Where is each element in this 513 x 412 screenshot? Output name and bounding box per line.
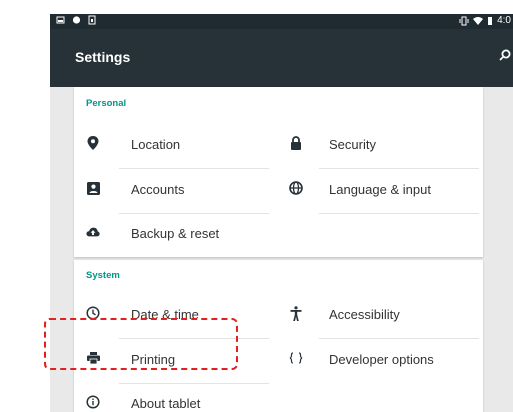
setting-item-backup-reset[interactable]: Backup & reset (76, 213, 266, 257)
setting-item-accounts[interactable]: Accounts (76, 169, 266, 213)
sim-icon (88, 15, 96, 25)
accessibility-icon (289, 305, 303, 321)
page-title: Settings (75, 49, 131, 65)
setting-item-language-input[interactable]: Language & input (279, 169, 479, 213)
info-icon (86, 395, 100, 409)
location-pin-icon (86, 136, 100, 150)
divider (319, 213, 479, 214)
setting-item-label: Language & input (329, 182, 431, 197)
setting-item-label: Security (329, 137, 376, 152)
setting-item-security[interactable]: Security (279, 124, 479, 168)
image-icon (56, 16, 65, 24)
setting-item-location[interactable]: Location (76, 124, 266, 168)
account-icon (86, 181, 100, 195)
system-section-header: System (86, 270, 120, 281)
status-bar: 4:0 (50, 14, 513, 29)
setting-item-label: Location (131, 137, 181, 152)
notification-dot-icon (72, 16, 81, 24)
highlight-annotation-box (44, 318, 238, 370)
setting-item-developer-options[interactable]: Developer options (279, 339, 479, 383)
status-time: 4:0 (497, 15, 511, 26)
app-bar: Settings (50, 29, 513, 87)
setting-item-about-tablet[interactable]: About tablet (76, 383, 266, 412)
setting-item-label: Accounts (131, 182, 185, 197)
globe-icon (289, 181, 303, 195)
setting-item-label: Developer options (329, 352, 434, 367)
setting-item-label: About tablet (131, 396, 201, 411)
setting-item-label: Accessibility (329, 307, 400, 322)
lock-icon (289, 136, 303, 150)
setting-item-accessibility[interactable]: Accessibility (279, 294, 479, 338)
personal-settings-card: Personal Location Security Accounts Lang… (74, 87, 483, 257)
braces-icon (289, 351, 303, 365)
cloud-upload-icon (86, 225, 100, 239)
setting-item-label: Backup & reset (131, 226, 220, 241)
battery-icon (488, 17, 493, 25)
search-icon[interactable] (499, 49, 511, 61)
personal-section-header: Personal (86, 98, 127, 109)
wifi-icon (473, 17, 484, 25)
vibrate-icon (459, 16, 469, 26)
